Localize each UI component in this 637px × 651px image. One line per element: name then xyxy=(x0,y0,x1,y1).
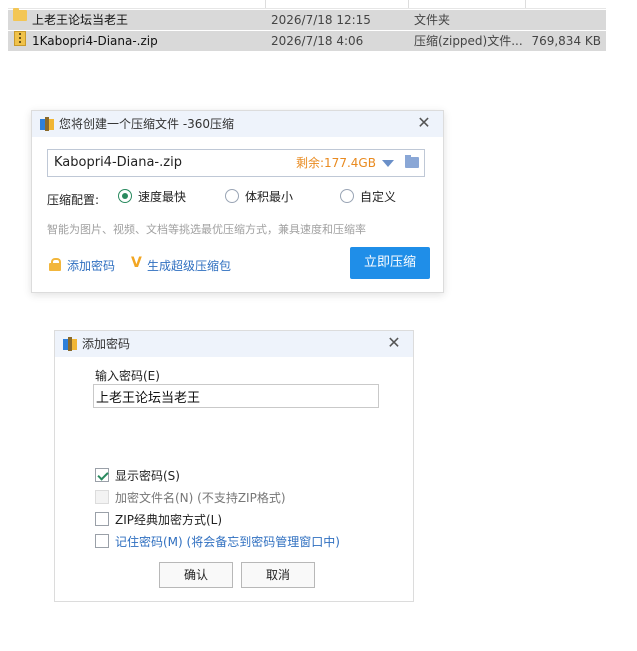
column-separator[interactable] xyxy=(408,0,409,8)
file-date: 2026/7/18 12:15 xyxy=(271,13,371,27)
checkbox-box[interactable] xyxy=(95,534,109,548)
lock-icon xyxy=(49,258,61,271)
radio-dot[interactable] xyxy=(118,189,132,203)
app-360zip-icon xyxy=(63,337,77,351)
add-password-label[interactable]: 添加密码 xyxy=(67,259,115,273)
dialog-title: 您将创建一个压缩文件 -360压缩 xyxy=(59,117,235,131)
checkbox-box[interactable] xyxy=(95,468,109,482)
compress-dialog: 您将创建一个压缩文件 -360压缩 ✕ Kabopri4-Diana-.zip … xyxy=(31,110,444,293)
checkbox-label: 显示密码(S) xyxy=(115,469,180,483)
column-separator[interactable] xyxy=(265,0,266,8)
password-dialog-titlebar[interactable]: 添加密码 ✕ xyxy=(55,331,413,357)
file-name: 1Kabopri4-Diana-.zip xyxy=(32,34,158,48)
file-name: 上老王论坛当老王 xyxy=(32,13,129,27)
close-icon[interactable]: ✕ xyxy=(415,114,433,132)
app-360zip-icon xyxy=(40,117,54,131)
super-pack-label[interactable]: 生成超级压缩包 xyxy=(147,259,231,273)
radio-label: 自定义 xyxy=(360,190,397,204)
radio-dot[interactable] xyxy=(340,189,354,203)
radio-dot[interactable] xyxy=(225,189,239,203)
checkbox-box[interactable] xyxy=(95,512,109,526)
file-row-zip[interactable]: 1Kabopri4-Diana-.zip 2026/7/18 4:06 压缩(z… xyxy=(8,30,606,51)
close-icon[interactable]: ✕ xyxy=(385,334,403,352)
compress-hint: 智能为图片、视频、文档等挑选最优压缩方式，兼具速度和压缩率 xyxy=(47,223,366,236)
radio-label: 速度最快 xyxy=(138,190,187,204)
add-password-link[interactable]: 添加密码 xyxy=(49,257,115,274)
output-path-field[interactable]: Kabopri4-Diana-.zip 剩余:177.4GB xyxy=(47,149,425,177)
file-row-folder[interactable]: 上老王论坛当老王 2026/7/18 12:15 文件夹 xyxy=(8,8,606,30)
v-badge-icon: V xyxy=(131,255,142,271)
super-pack-link[interactable]: V 生成超级压缩包 xyxy=(131,255,231,274)
confirm-button[interactable]: 确认 xyxy=(159,562,233,588)
password-input-label: 输入密码(E) xyxy=(95,369,160,383)
file-list: 上老王论坛当老王 2026/7/18 12:15 文件夹 1Kabopri4-D… xyxy=(8,0,606,51)
checkbox-label: 加密文件名(N) (不支持ZIP格式) xyxy=(115,491,286,505)
chevron-down-icon[interactable] xyxy=(382,160,394,167)
file-type: 文件夹 xyxy=(414,13,451,27)
browse-folder-icon[interactable] xyxy=(405,155,419,168)
folder-icon xyxy=(13,8,27,21)
compress-config-label: 压缩配置: xyxy=(47,193,100,207)
output-filename[interactable]: Kabopri4-Diana-.zip xyxy=(54,150,182,176)
file-list-header xyxy=(8,0,606,9)
radio-label: 体积最小 xyxy=(245,190,294,204)
password-input[interactable] xyxy=(93,384,379,408)
column-separator[interactable] xyxy=(525,0,526,8)
add-password-dialog: 添加密码 ✕ 输入密码(E) 显示密码(S) 加密文件名(N) (不支持ZIP格… xyxy=(54,330,414,602)
checkbox-box xyxy=(95,490,109,504)
file-type: 压缩(zipped)文件... xyxy=(414,34,523,48)
checkbox-label: 记住密码(M) (将会备忘到密码管理窗口中) xyxy=(115,535,340,549)
file-date: 2026/7/18 4:06 xyxy=(271,34,364,48)
zip-file-icon xyxy=(14,31,26,46)
dialog-title: 添加密码 xyxy=(82,337,131,351)
cancel-button[interactable]: 取消 xyxy=(241,562,315,588)
file-size: 769,834 KB xyxy=(531,34,601,48)
compress-now-button[interactable]: 立即压缩 xyxy=(350,247,430,279)
checkbox-label: ZIP经典加密方式(L) xyxy=(115,513,223,527)
free-space-label: 剩余:177.4GB xyxy=(296,156,376,170)
compress-dialog-titlebar[interactable]: 您将创建一个压缩文件 -360压缩 ✕ xyxy=(32,111,443,137)
